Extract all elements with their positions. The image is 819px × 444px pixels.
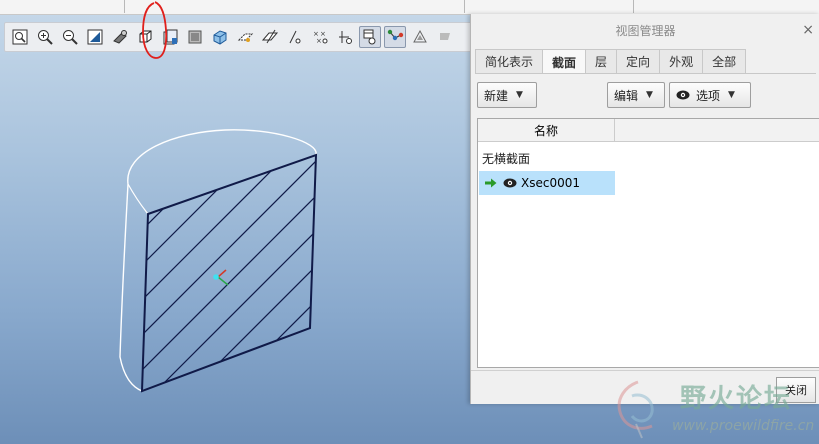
cylinder-side-edge <box>119 183 143 392</box>
options-button[interactable]: 选项 ▼ <box>669 82 751 108</box>
datum-point-icon[interactable] <box>284 26 306 48</box>
chevron-down-icon: ▼ <box>516 90 523 100</box>
tab-simplified-rep[interactable]: 简化表示 <box>475 49 544 73</box>
perspective-icon[interactable] <box>409 26 431 48</box>
ribbon-edge <box>0 0 819 15</box>
annotation-icon[interactable] <box>334 26 356 48</box>
tab-all[interactable]: 全部 <box>702 49 747 73</box>
section-list[interactable]: 名称 无横截面 Xsec0001 <box>477 118 819 368</box>
list-header: 名称 <box>478 119 819 142</box>
tab-strip: 简化表示 截面 层 定向 外观 全部 <box>475 49 747 74</box>
list-item-no-section[interactable]: 无横截面 <box>482 150 530 167</box>
tab-sections[interactable]: 截面 <box>542 49 587 74</box>
refit-icon[interactable] <box>84 26 106 48</box>
cylinder-inner-edge <box>127 183 149 215</box>
edit-button[interactable]: 编辑 ▼ <box>607 82 665 108</box>
edit-button-label: 编辑 <box>614 88 639 103</box>
zoom-in-icon[interactable] <box>34 26 56 48</box>
close-button[interactable]: 关闭 <box>776 377 816 403</box>
zoom-out-icon[interactable] <box>59 26 81 48</box>
divider <box>633 0 634 13</box>
tab-layers[interactable]: 层 <box>585 49 618 73</box>
svg-text:×: × <box>316 37 322 45</box>
coordinate-triad <box>213 269 229 286</box>
tab-appearance[interactable]: 外观 <box>659 49 704 73</box>
column-header-name[interactable]: 名称 <box>478 119 615 141</box>
model-tree-icon[interactable] <box>384 26 406 48</box>
list-item-xsec[interactable]: Xsec0001 <box>479 171 615 195</box>
section-outline <box>140 153 318 393</box>
datum-axis-icon[interactable] <box>259 26 281 48</box>
view-manager-dialog: 视图管理器 × 简化表示 截面 层 定向 外观 全部 新建 ▼ 编辑 ▼ 选项 … <box>470 14 819 404</box>
datum-plane-icon[interactable] <box>234 26 256 48</box>
new-button-label: 新建 <box>484 88 509 103</box>
close-icon[interactable]: × <box>802 22 814 38</box>
eye-icon <box>676 90 690 100</box>
dialog-title-bar[interactable]: 视图管理器 <box>471 14 819 46</box>
more-icon[interactable] <box>434 26 456 48</box>
spin-center-icon[interactable] <box>359 26 381 48</box>
view-toolbar: × × × <box>4 22 474 52</box>
chevron-down-icon: ▼ <box>728 90 735 100</box>
divider <box>464 0 465 13</box>
divider <box>124 0 125 13</box>
cylinder-top-edge <box>127 129 317 185</box>
section-icon[interactable] <box>209 26 231 48</box>
tab-orient[interactable]: 定向 <box>616 49 661 73</box>
appearance-icon[interactable] <box>184 26 206 48</box>
eye-icon[interactable] <box>503 178 517 188</box>
shading-icon[interactable] <box>109 26 131 48</box>
dialog-title: 视图管理器 <box>615 23 676 38</box>
active-arrow-icon <box>485 178 497 188</box>
list-item-label: Xsec0001 <box>521 176 580 190</box>
section-hatch <box>142 155 316 391</box>
new-button[interactable]: 新建 ▼ <box>477 82 537 108</box>
dialog-footer <box>471 370 819 405</box>
model-section-view[interactable] <box>0 52 470 402</box>
tab-divider <box>475 73 816 74</box>
options-button-label: 选项 <box>696 88 721 103</box>
chevron-down-icon: ▼ <box>646 90 653 100</box>
coord-sys-icon[interactable]: × × × <box>309 26 331 48</box>
zoom-fit-icon[interactable] <box>9 26 31 48</box>
